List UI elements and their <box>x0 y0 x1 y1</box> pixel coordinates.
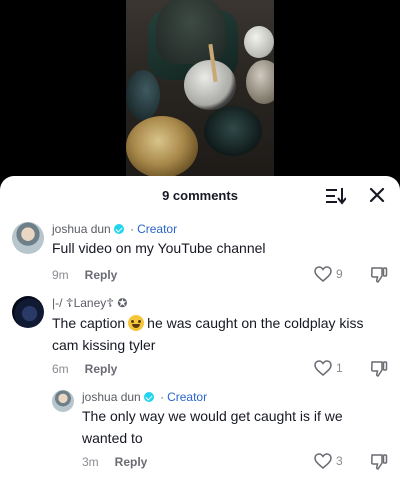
comment-item: |-/ ☦Laney☦ ✪ The caption he was caught o… <box>0 290 400 382</box>
comments-panel: 9 comments joshua dun · Creator Full vide… <box>0 176 400 477</box>
comment-time: 6m <box>52 362 69 376</box>
reply-item: joshua dun · Creator The only way we woul… <box>0 386 400 477</box>
verified-icon <box>143 392 154 402</box>
sort-icon[interactable] <box>326 187 346 205</box>
dislike-icon[interactable] <box>370 266 388 284</box>
comment-meta: 9m Reply <box>52 268 117 282</box>
comment-author[interactable]: |-/ ☦Laney☦ ✪ <box>52 296 127 310</box>
comment-author[interactable]: joshua dun · Creator <box>52 222 177 236</box>
comment-meta: 3m Reply <box>82 455 147 469</box>
like-count: 1 <box>336 361 343 375</box>
comments-header: 9 comments <box>0 176 400 216</box>
creator-badge: Creator <box>167 390 208 404</box>
reply-button[interactable]: Reply <box>85 268 118 282</box>
comment-text: The caption he was caught on the coldplay… <box>52 315 364 353</box>
comment-text: Full video on my YouTube channel <box>52 240 266 256</box>
comment-time: 3m <box>82 455 99 469</box>
laughing-crying-emoji-icon <box>128 315 145 331</box>
like-button[interactable]: 1 <box>314 360 343 376</box>
verified-icon <box>113 224 124 234</box>
close-icon[interactable] <box>368 186 386 204</box>
creator-badge: Creator <box>137 222 178 236</box>
video-frame <box>126 0 274 190</box>
like-button[interactable]: 9 <box>314 266 343 282</box>
comment-meta: 6m Reply <box>52 362 117 376</box>
like-button[interactable]: 3 <box>314 453 343 469</box>
video-player[interactable] <box>0 0 400 190</box>
heart-icon <box>314 360 332 376</box>
comment-author[interactable]: joshua dun · Creator <box>82 390 207 404</box>
avatar[interactable] <box>52 390 74 412</box>
avatar[interactable] <box>12 222 44 254</box>
reply-button[interactable]: Reply <box>85 362 118 376</box>
dislike-icon[interactable] <box>370 360 388 378</box>
avatar[interactable] <box>12 296 44 328</box>
comment-time: 9m <box>52 268 69 282</box>
reply-button[interactable]: Reply <box>115 455 148 469</box>
comment-item: joshua dun · Creator Full video on my You… <box>0 216 400 286</box>
video-cymbal <box>126 116 198 178</box>
dislike-icon[interactable] <box>370 453 388 471</box>
heart-icon <box>314 266 332 282</box>
like-count: 3 <box>336 454 343 468</box>
like-count: 9 <box>336 267 343 281</box>
comment-text: The only way we would get caught is if w… <box>82 408 343 446</box>
heart-icon <box>314 453 332 469</box>
